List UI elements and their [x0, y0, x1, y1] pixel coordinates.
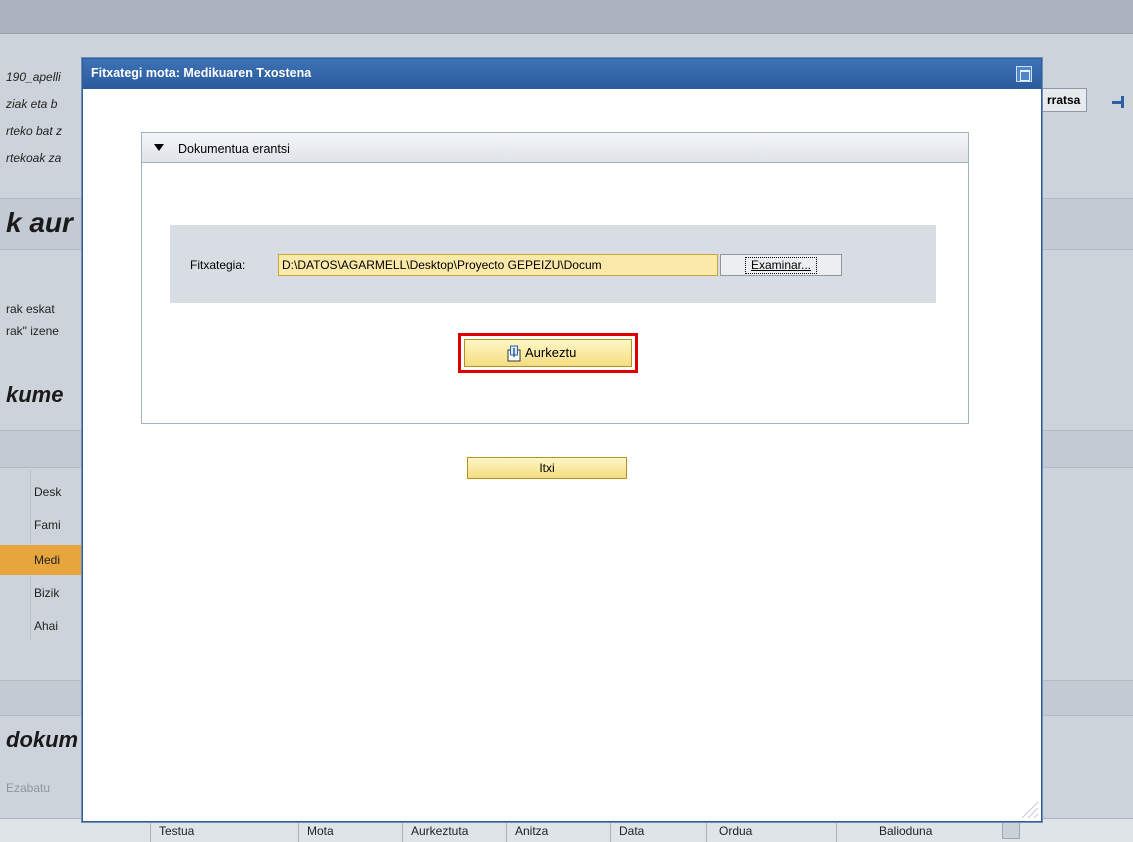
tray-title: Dokumentua erantsi [178, 142, 290, 156]
resize-grip-icon[interactable] [1019, 799, 1039, 819]
close-button[interactable]: Itxi [467, 457, 627, 479]
section-heading: k aur [6, 207, 73, 238]
bg-text-line: rtekoak za [6, 151, 62, 165]
dialog-title: Fitxategi mota: Medikuaren Txostena [91, 66, 312, 80]
upload-document-icon [507, 345, 521, 362]
bg-text-line: ziak eta b [6, 97, 58, 111]
bg-text-line: rak eskat [6, 302, 55, 316]
column-header-type[interactable]: Mota [298, 819, 402, 842]
table-row[interactable]: Ahai [34, 619, 58, 633]
header-action-button[interactable]: rratsa [1040, 88, 1088, 112]
tray-header[interactable]: Dokumentua erantsi [142, 133, 968, 163]
maximize-icon[interactable] [1016, 66, 1032, 82]
browse-button[interactable]: Examinar... [720, 254, 842, 276]
bg-text-line: rak" izene [6, 324, 59, 338]
section-heading: kume [6, 382, 64, 407]
section-heading: dokum [6, 727, 79, 752]
table-header-description: Desk [34, 485, 62, 499]
column-header-submitted[interactable]: Aurkeztuta [402, 819, 506, 842]
file-upload-dialog: Fitxategi mota: Medikuaren Txostena Doku… [82, 58, 1042, 822]
table-row[interactable]: Fami [34, 518, 61, 532]
table-row[interactable]: Medi [34, 553, 60, 567]
browse-button-label: Examinar... [744, 257, 818, 274]
column-header-valid[interactable]: Balioduna [836, 819, 1002, 842]
pin-icon[interactable] [1112, 96, 1126, 108]
column-header-date[interactable]: Data [610, 819, 706, 842]
delete-button[interactable]: Ezabatu [6, 781, 50, 795]
column-header-multiple[interactable]: Anitza [506, 819, 610, 842]
column-header-text[interactable]: Testua [150, 819, 298, 842]
scroll-up-button[interactable] [1002, 821, 1020, 839]
bg-text-line: 190_apelli [6, 70, 61, 84]
bg-text-line: rteko bat z [6, 124, 63, 138]
top-bar [0, 0, 1133, 34]
file-path-input[interactable]: D:\DATOS\AGARMELL\Desktop\Proyecto GEPEI… [278, 254, 718, 276]
attach-document-tray: Dokumentua erantsi Fitxategia: D:\DATOS\… [141, 132, 969, 424]
file-label: Fitxategia: [190, 258, 246, 272]
table-row[interactable]: Bizik [34, 586, 59, 600]
file-select-panel: Fitxategia: D:\DATOS\AGARMELL\Desktop\Pr… [170, 225, 936, 303]
collapse-triangle-icon[interactable] [154, 144, 164, 151]
column-header-time[interactable]: Ordua [706, 819, 836, 842]
submit-button-label: Aurkeztu [525, 345, 577, 360]
dialog-title-bar[interactable]: Fitxategi mota: Medikuaren Txostena [83, 59, 1041, 89]
submit-button[interactable]: Aurkeztu [464, 339, 632, 367]
